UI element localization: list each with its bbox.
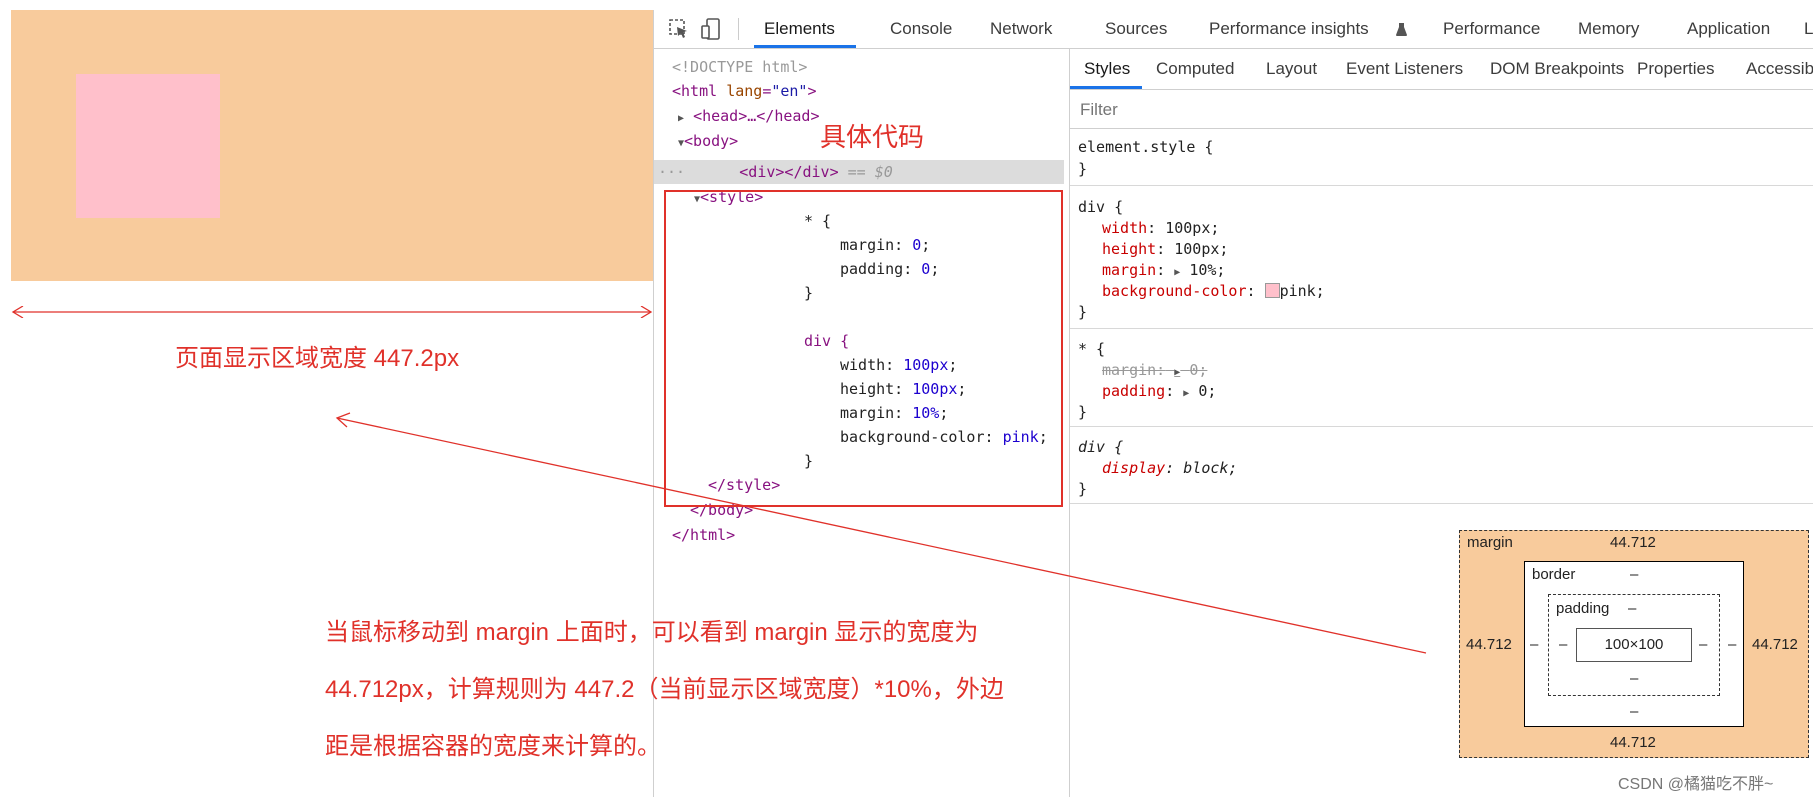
box-model-border-left: –	[1530, 636, 1539, 653]
width-annotation: 页面显示区域宽度 447.2px	[175, 345, 460, 372]
box-model-content[interactable]: 100×100	[1576, 628, 1692, 662]
rule-divider	[1070, 328, 1813, 329]
tab-styles[interactable]: Styles	[1084, 49, 1130, 88]
element-style-selector: element.style {	[1078, 138, 1214, 156]
tab-accessibility[interactable]: Accessib	[1746, 49, 1813, 88]
tab-layout[interactable]: Layout	[1266, 49, 1317, 88]
div-bg-decl[interactable]: background-color: pink;	[1102, 281, 1325, 302]
tab-dom-breakpoints[interactable]: DOM Breakpoints	[1490, 49, 1624, 88]
tab-network[interactable]: Network	[990, 10, 1052, 48]
head-tag: <head>…</head>	[693, 107, 820, 125]
star-margin-decl[interactable]: margin: ▶ 0;	[1102, 360, 1207, 381]
rule-divider	[1070, 426, 1813, 427]
toolbar-divider	[738, 18, 739, 40]
box-model-border-label: border	[1532, 566, 1576, 583]
explanation-text: 当鼠标移动到 margin 上面时，可以看到 margin 显示的宽度为 44.…	[325, 604, 1145, 775]
lang-value: "en"	[771, 82, 808, 100]
rule-close-brace: }	[1078, 160, 1088, 178]
head-line[interactable]: ▶ <head>…</head>	[678, 104, 820, 128]
ua-display-decl: display: block;	[1102, 459, 1238, 477]
expand-triangle-icon[interactable]: ▶	[678, 113, 684, 124]
tab-properties[interactable]: Properties	[1637, 49, 1714, 88]
box-model-margin-label: margin	[1467, 534, 1513, 551]
html-tag-name: html	[681, 82, 718, 100]
page-display-area	[11, 10, 653, 281]
device-toggle-icon[interactable]	[700, 18, 722, 40]
rule-divider	[1070, 503, 1813, 504]
more-dots-icon[interactable]: ···	[658, 163, 694, 181]
box-model-padding-bottom: –	[1630, 670, 1639, 687]
watermark: CSDN @橘猫吃不胖~	[1618, 776, 1774, 793]
tab-application[interactable]: Application	[1687, 10, 1770, 48]
tab-performance-insights[interactable]: Performance insights	[1209, 10, 1369, 48]
tab-memory[interactable]: Memory	[1578, 10, 1639, 48]
doctype-line: <!DOCTYPE html>	[672, 58, 808, 76]
active-tab-indicator	[754, 45, 856, 48]
explanation-line: 44.712px，计算规则为 447.2（当前显示区域宽度）*10%，外边	[325, 676, 1004, 703]
box-model-border-top: –	[1630, 566, 1639, 583]
box-model-margin-left: 44.712	[1466, 636, 1512, 653]
box-model-padding-left: –	[1559, 636, 1568, 653]
flask-icon	[1396, 23, 1407, 36]
expand-triangle-icon[interactable]: ▶	[1174, 267, 1180, 278]
star-rule-selector: * {	[1078, 340, 1106, 358]
expand-triangle-icon[interactable]: ▶	[1174, 367, 1180, 378]
tab-elements[interactable]: Elements	[764, 10, 835, 48]
html-open-line[interactable]: <html lang="en">	[672, 79, 817, 103]
tab-event-listeners[interactable]: Event Listeners	[1346, 49, 1463, 88]
div-width-decl[interactable]: width: 100px;	[1102, 218, 1219, 239]
styles-filter-input[interactable]	[1078, 96, 1782, 124]
box-model-border-bottom: –	[1630, 703, 1639, 720]
expand-triangle-icon[interactable]: ▶	[1183, 388, 1189, 399]
rule-close-brace: }	[1078, 403, 1088, 421]
code-annotation: 具体代码	[820, 122, 925, 152]
tab-lighthouse[interactable]: Lighthous	[1804, 10, 1813, 48]
tab-performance[interactable]: Performance	[1443, 10, 1540, 48]
div-ref: == $0	[847, 163, 893, 181]
ua-div-selector: div {	[1078, 438, 1124, 456]
div-rule-selector: div {	[1078, 198, 1124, 216]
rule-divider	[1070, 185, 1813, 186]
div-line[interactable]: ··· <div></div> == $0	[658, 160, 893, 184]
code-highlight-box	[664, 190, 1063, 507]
pink-div-box	[76, 74, 220, 218]
box-model-margin-right: 44.712	[1752, 636, 1798, 653]
width-dimension-arrow	[11, 306, 653, 318]
tab-console[interactable]: Console	[890, 10, 952, 48]
devtools-toolbar: Elements Console Network Sources Perform…	[654, 10, 1813, 49]
star-padding-decl[interactable]: padding: ▶ 0;	[1102, 381, 1216, 402]
box-model-padding-top: –	[1628, 600, 1637, 617]
rule-close-brace: }	[1078, 303, 1088, 321]
box-model-border-right: –	[1728, 636, 1737, 653]
inspect-element-icon[interactable]	[668, 18, 690, 40]
rule-close-brace: }	[1078, 480, 1088, 498]
explanation-line: 当鼠标移动到 margin 上面时，可以看到 margin 显示的宽度为	[325, 619, 979, 646]
color-swatch-icon[interactable]	[1264, 283, 1280, 298]
div-height-decl[interactable]: height: 100px;	[1102, 239, 1228, 260]
box-model-padding-label: padding	[1556, 600, 1610, 617]
body-tag: <body>	[684, 132, 739, 150]
lang-attr: lang	[726, 82, 763, 100]
box-model-padding-right: –	[1699, 636, 1708, 653]
body-open-line[interactable]: ▼<body>	[678, 129, 738, 153]
div-tag: <div></div>	[739, 163, 839, 181]
filter-bar	[1070, 89, 1813, 129]
box-model-margin-bottom: 44.712	[1610, 734, 1656, 751]
box-model-margin-top: 44.712	[1610, 534, 1656, 551]
div-margin-decl[interactable]: margin: ▶ 10%;	[1102, 260, 1225, 281]
html-close-line[interactable]: </html>	[672, 523, 735, 547]
tab-sources[interactable]: Sources	[1105, 10, 1167, 48]
explanation-line: 距是根据容器的宽度来计算的。	[325, 733, 661, 760]
tab-computed[interactable]: Computed	[1156, 49, 1234, 88]
